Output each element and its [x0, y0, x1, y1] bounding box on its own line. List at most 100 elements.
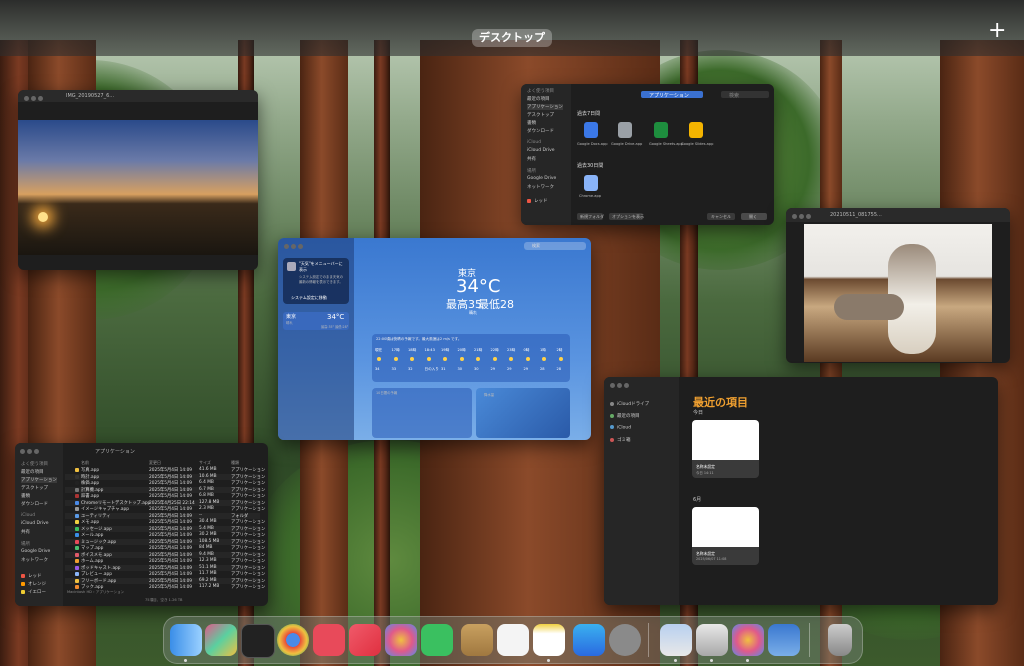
- sidebar-item[interactable]: 共有: [527, 156, 536, 162]
- table-row[interactable]: ポッドキャスト.app 2025年5月4日 14:09 51.1 MB アプリケーショ…: [65, 564, 265, 571]
- table-row[interactable]: ユーティリティ 2025年5月4日 14:09 -- フォルダ: [65, 512, 260, 519]
- music-icon[interactable]: [349, 624, 381, 656]
- column-header[interactable]: 変更日: [149, 460, 161, 466]
- sidebar-item[interactable]: オレンジ: [21, 581, 46, 587]
- file-card[interactable]: 名称未設定 今日 14:11: [692, 420, 759, 478]
- desktop-space-label[interactable]: デスクトップ: [472, 29, 552, 47]
- new-folder-button[interactable]: 新規フォルダ: [577, 213, 604, 220]
- table-row[interactable]: ボイスメモ.app 2025年5月4日 14:09 9.4 MB アプリケーション: [65, 551, 265, 558]
- minimize-button[interactable]: [31, 96, 36, 101]
- sidebar-item[interactable]: 共有: [21, 529, 30, 535]
- reminders-icon[interactable]: [497, 624, 529, 656]
- close-button[interactable]: [792, 214, 797, 219]
- sidebar-item[interactable]: iCloudドライブ: [610, 401, 649, 407]
- settings-link[interactable]: システム設定に移動: [291, 295, 327, 301]
- launchpad-icon[interactable]: [205, 624, 237, 656]
- mission-control-icon[interactable]: [241, 624, 275, 658]
- zoom-button[interactable]: [34, 449, 39, 454]
- options-button[interactable]: オプションを表示: [609, 213, 644, 220]
- trash-icon[interactable]: [828, 624, 852, 656]
- file-card[interactable]: 名称未設定 2025/06/07 11:08: [692, 507, 759, 565]
- sidebar-item[interactable]: Google Drive: [21, 549, 50, 554]
- table-row[interactable]: 辞書.app 2025年5月4日 14:09 6.8 MB アプリケーション: [65, 493, 265, 499]
- table-row[interactable]: フリーボード.app 2025年5月4日 14:09 69.2 MB アプリケーション: [65, 577, 265, 584]
- table-row[interactable]: メモ.app 2025年5月4日 14:09 30.4 MB アプリケーション: [65, 519, 265, 525]
- sidebar-item[interactable]: iCloud Drive: [527, 148, 555, 153]
- table-row[interactable]: イメージキャプチャ.app 2025年5月4日 14:09 2.3 MB アプリケーシ…: [65, 506, 265, 512]
- table-row[interactable]: 計算機.app 2025年5月4日 14:09 6.7 MB アプリケーション: [65, 486, 265, 493]
- files-window[interactable]: iCloudドライブ 最近の項目 iCloud ゴミ箱 最近の項目 今日 名称未…: [604, 377, 998, 605]
- search-input[interactable]: 検索: [721, 91, 769, 99]
- sidebar-item[interactable]: 書類: [21, 493, 30, 499]
- messages-icon[interactable]: [421, 624, 453, 656]
- sidebar-item[interactable]: レッド: [21, 573, 42, 579]
- table-row[interactable]: プレビュー.app 2025年5月4日 14:09 11.7 MB アプリケーション: [65, 571, 265, 577]
- sidebar-item[interactable]: デスクトップ: [527, 112, 554, 118]
- table-row[interactable]: メール.app 2025年5月4日 14:09 30.2 MB アプリケーション: [65, 532, 265, 538]
- minimize-button[interactable]: [27, 449, 32, 454]
- sidebar-item[interactable]: レッド: [527, 198, 548, 204]
- zoom-button[interactable]: [298, 244, 303, 249]
- settings-icon[interactable]: [609, 624, 641, 656]
- sidebar-item[interactable]: アプリケーション: [527, 104, 563, 110]
- location-item[interactable]: 東京 晴れ 34°C 最高:35° 最低:28°: [283, 312, 349, 330]
- app-icon[interactable]: [584, 175, 598, 191]
- minimize-button[interactable]: [617, 383, 622, 388]
- google-sheets-icon[interactable]: [654, 122, 668, 138]
- app-store-icon[interactable]: [573, 624, 605, 656]
- close-button[interactable]: [20, 449, 25, 454]
- cat-photo-window[interactable]: 20210511_081755...: [786, 208, 1010, 363]
- table-row[interactable]: メッセージ.app 2025年5月4日 14:09 5.4 MB アプリケーション: [65, 525, 265, 532]
- sidebar-item[interactable]: iCloud: [610, 425, 631, 431]
- column-header[interactable]: サイズ: [199, 460, 211, 466]
- table-row[interactable]: 時計.app 2025年5月4日 14:09 10.6 MB アプリケーション: [65, 473, 265, 480]
- weather-window[interactable]: "天気"をメニューバーに表示 システム設定でのまま天気の最新の情報を表示できます…: [278, 238, 591, 440]
- sidebar-item[interactable]: デスクトップ: [21, 485, 48, 491]
- sidebar-item[interactable]: ネットワーク: [21, 557, 48, 563]
- close-button[interactable]: [284, 244, 289, 249]
- table-row[interactable]: 株価.app 2025年5月4日 14:09 6.4 MB アプリケーション: [65, 480, 265, 486]
- files-icon[interactable]: [696, 624, 728, 656]
- column-header[interactable]: 名前: [81, 460, 89, 466]
- close-button[interactable]: [24, 96, 29, 101]
- sidebar-item[interactable]: ネットワーク: [527, 184, 554, 190]
- path-popup[interactable]: アプリケーション: [641, 91, 703, 99]
- table-row[interactable]: Chromeリモートデスクトップ.app 2025年4月25日 22:14 127.…: [65, 499, 265, 506]
- sidebar-item[interactable]: イエロー: [21, 589, 46, 595]
- cancel-button[interactable]: キャンセル: [707, 213, 735, 220]
- sidebar-item[interactable]: ダウンロード: [527, 128, 554, 134]
- table-row[interactable]: 写真.app 2025年5月4日 14:09 41.6 MB アプリケーション: [65, 467, 265, 473]
- sidebar-item[interactable]: 最近の項目: [21, 469, 44, 475]
- google-docs-icon[interactable]: [584, 122, 598, 138]
- safari-icon[interactable]: [313, 624, 345, 656]
- zoom-button[interactable]: [624, 383, 629, 388]
- open-button[interactable]: 開く: [741, 213, 767, 220]
- preview-icon[interactable]: [660, 624, 692, 656]
- photo-window[interactable]: IMG_20190527_6...: [18, 90, 258, 270]
- google-slides-icon[interactable]: [689, 122, 703, 138]
- table-row[interactable]: マップ.app 2025年5月4日 14:09 84 MB アプリケーション: [65, 545, 265, 551]
- chrome-icon[interactable]: [277, 624, 309, 656]
- google-drive-icon[interactable]: [618, 122, 632, 138]
- sidebar-item[interactable]: iCloud Drive: [21, 521, 49, 526]
- sidebar-item[interactable]: ダウンロード: [21, 501, 48, 507]
- zoom-button[interactable]: [38, 96, 43, 101]
- zoom-button[interactable]: [806, 214, 811, 219]
- sidebar-item[interactable]: 最近の項目: [610, 413, 640, 419]
- close-button[interactable]: [610, 383, 615, 388]
- finder-icon[interactable]: [170, 624, 202, 656]
- sidebar-item[interactable]: 書類: [527, 120, 536, 126]
- sidebar-item[interactable]: ゴミ箱: [610, 437, 631, 443]
- sidebar-item[interactable]: アプリケーション: [21, 477, 57, 483]
- stickies-icon[interactable]: [533, 624, 565, 656]
- applications-finder-window[interactable]: よく使う項目 最近の項目 アプリケーション デスクトップ 書類 ダウンロード i…: [15, 443, 268, 606]
- minimize-button[interactable]: [799, 214, 804, 219]
- column-header[interactable]: 種類: [231, 460, 239, 466]
- table-row[interactable]: ホーム.app 2025年5月4日 14:09 12.3 MB アプリケーション: [65, 558, 265, 564]
- weather-icon[interactable]: [768, 624, 800, 656]
- precipitation-map[interactable]: 降水量: [476, 388, 570, 438]
- search-input[interactable]: 検索: [524, 242, 586, 250]
- notes-icon[interactable]: [461, 624, 493, 656]
- sidebar-item[interactable]: Google Drive: [527, 176, 556, 181]
- table-row[interactable]: ミュージック.app 2025年5月4日 14:09 108.5 MB アプリケーショ…: [65, 538, 265, 545]
